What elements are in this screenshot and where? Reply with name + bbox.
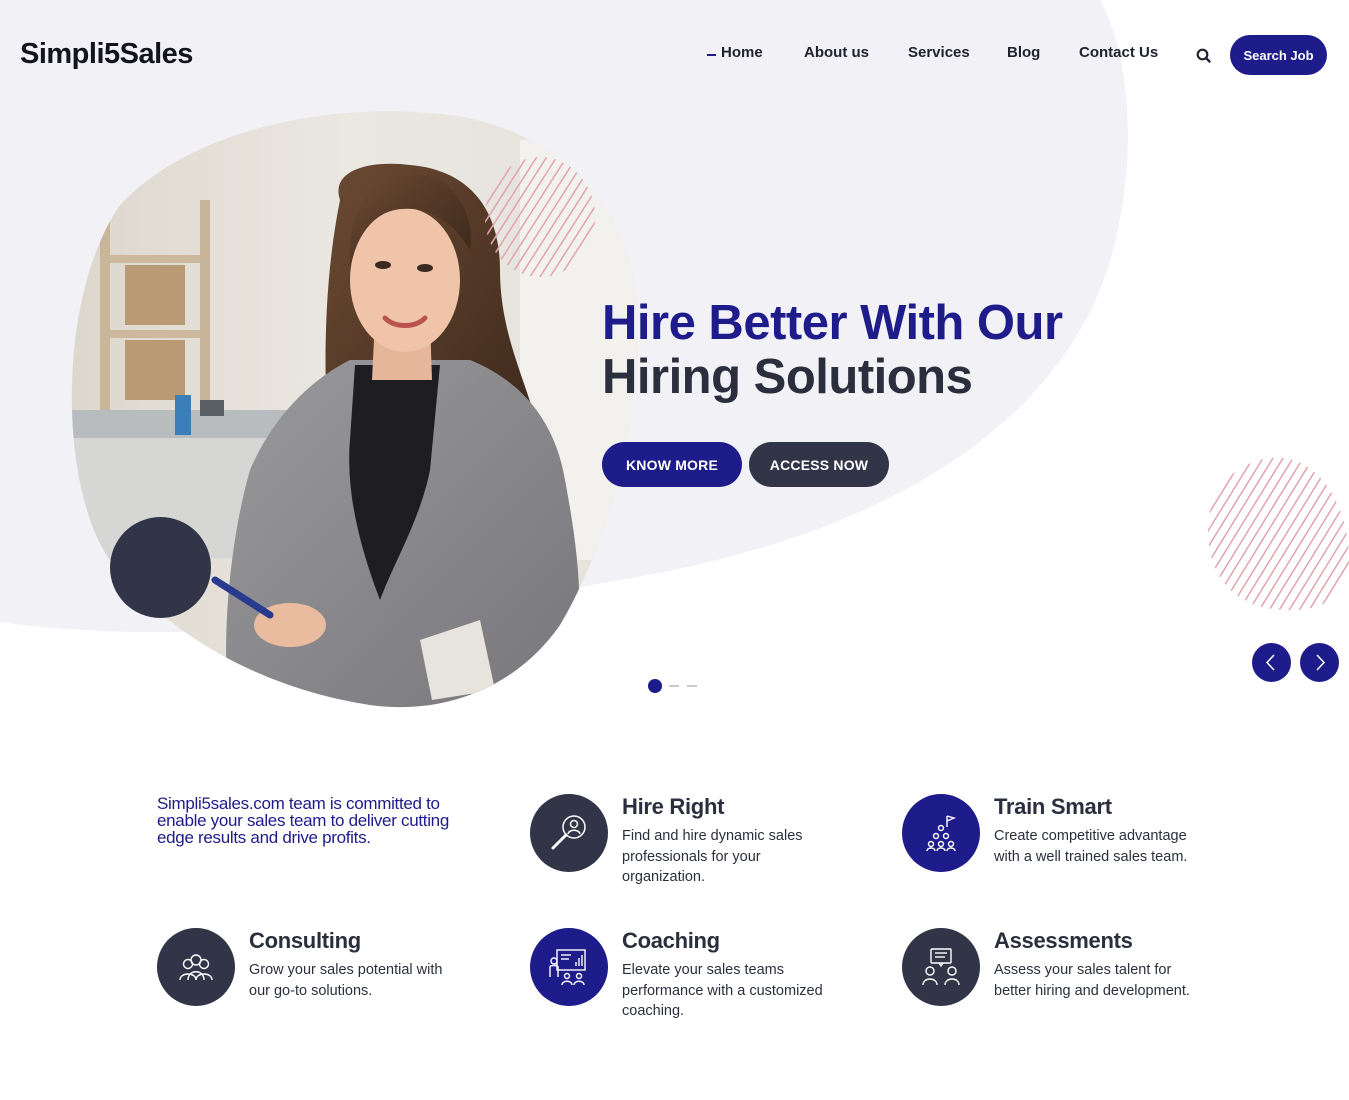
feature-title: Coaching <box>622 928 720 953</box>
search-job-button[interactable]: Search Job <box>1230 35 1327 75</box>
nav-blog[interactable]: Blog <box>1007 44 1040 61</box>
hero-title: Hire Better With Our Hiring Solutions <box>602 296 1063 404</box>
hero-title-line-1: Hire Better With Our <box>602 296 1063 350</box>
chevron-right-icon <box>1316 654 1326 671</box>
nav-services[interactable]: Services <box>908 44 970 61</box>
features-intro: Simpli5sales.com team is committed to en… <box>157 794 449 847</box>
slide-dot-1[interactable] <box>648 679 662 693</box>
magnifier-person-icon <box>551 815 586 850</box>
nav-contact-us[interactable]: Contact Us <box>1079 44 1158 61</box>
main-nav: Home About us Services Blog Contact Us <box>0 44 1349 68</box>
feature-text: Create competitive advantage with a well… <box>994 828 1188 865</box>
group-people-icon <box>179 954 213 981</box>
feature-title: Train Smart <box>994 794 1112 819</box>
presentation-board-icon <box>549 949 586 986</box>
feature-title: Assessments <box>994 928 1133 953</box>
chevron-left-icon <box>1265 654 1275 671</box>
feature-title: Hire Right <box>622 794 725 819</box>
decorative-hatch-right <box>1208 457 1349 611</box>
nav-home[interactable]: Home <box>707 44 763 61</box>
feature-text: Elevate your sales teams performance wit… <box>622 962 823 1020</box>
hero-photo <box>71 111 639 708</box>
search-icon[interactable] <box>1194 46 1214 66</box>
know-more-button[interactable]: KNOW MORE <box>602 442 742 487</box>
slider-next-button[interactable] <box>1300 643 1339 682</box>
hero-title-line-2: Hiring Solutions <box>602 350 973 404</box>
decorative-hatch-top <box>485 157 595 277</box>
team-pyramid-flag-icon <box>926 815 957 852</box>
feature-text: Grow your sales potential with our go-to… <box>249 962 443 999</box>
feature-title: Consulting <box>249 928 361 953</box>
decorative-circle <box>110 517 211 618</box>
feature-text: Assess your sales talent for better hiri… <box>994 962 1190 999</box>
nav-about-us[interactable]: About us <box>804 44 869 61</box>
slide-dot-2[interactable] <box>669 685 679 687</box>
access-now-button[interactable]: ACCESS NOW <box>749 442 889 487</box>
discussion-people-icon <box>922 948 960 986</box>
feature-text: Find and hire dynamic sales professional… <box>622 828 803 886</box>
slide-dot-3[interactable] <box>687 685 697 687</box>
slider-prev-button[interactable] <box>1252 643 1291 682</box>
